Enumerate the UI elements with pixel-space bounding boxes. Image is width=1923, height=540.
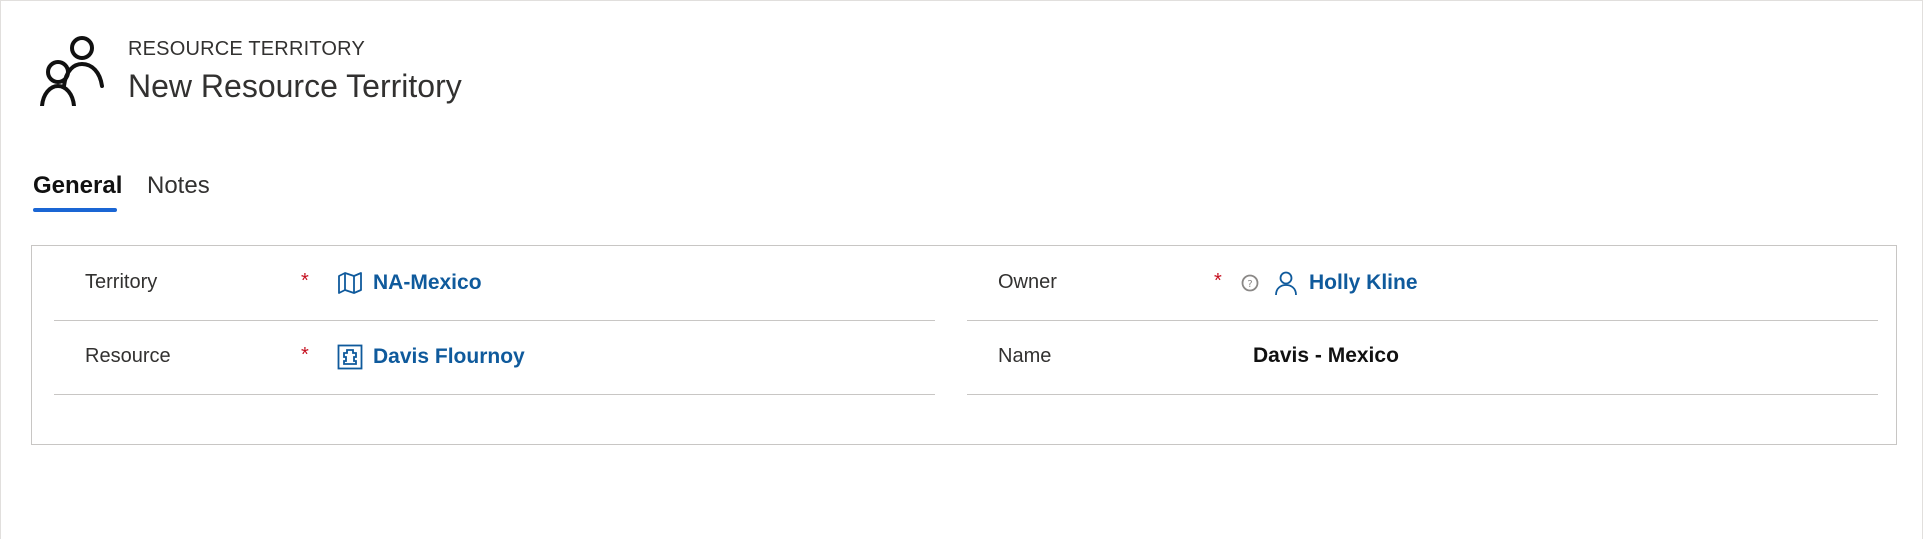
- required-indicator: *: [1214, 270, 1222, 292]
- resource-label: Resource: [85, 345, 171, 367]
- map-icon: [337, 270, 363, 296]
- entity-type-label: RESOURCE TERRITORY: [128, 38, 365, 60]
- page-title: New Resource Territory: [128, 68, 462, 104]
- name-text[interactable]: Davis - Mexico: [1253, 344, 1399, 368]
- tab-general[interactable]: General: [33, 172, 122, 200]
- tab-notes[interactable]: Notes: [147, 172, 210, 200]
- owner-value[interactable]: ? Holly Kline: [1241, 270, 1418, 296]
- name-value[interactable]: Davis - Mexico: [1253, 344, 1399, 368]
- resource-field-row: Resource * Davis Flournoy: [54, 320, 935, 395]
- name-field-row: Name Davis - Mexico: [967, 320, 1878, 395]
- general-section: Territory * NA-Mexico Owner * ? Holly Kl…: [31, 245, 1897, 445]
- svg-text:?: ?: [1247, 279, 1252, 290]
- name-label: Name: [998, 345, 1052, 367]
- required-indicator: *: [301, 344, 309, 366]
- people-group-icon: [40, 34, 110, 108]
- required-indicator: *: [301, 270, 309, 292]
- owner-link[interactable]: Holly Kline: [1309, 271, 1418, 295]
- territory-value[interactable]: NA-Mexico: [337, 270, 482, 296]
- territory-field-row: Territory * NA-Mexico: [54, 246, 935, 321]
- resource-link[interactable]: Davis Flournoy: [373, 345, 525, 369]
- owner-field-row: Owner * ? Holly Kline: [967, 246, 1878, 321]
- resource-value[interactable]: Davis Flournoy: [337, 344, 525, 370]
- person-icon: [1273, 270, 1299, 296]
- territory-link[interactable]: NA-Mexico: [373, 271, 482, 295]
- tab-selected-indicator: [33, 208, 117, 212]
- bookable-resource-icon: [337, 344, 363, 370]
- help-icon[interactable]: ?: [1241, 274, 1259, 292]
- owner-label: Owner: [998, 271, 1057, 293]
- territory-label: Territory: [85, 271, 158, 293]
